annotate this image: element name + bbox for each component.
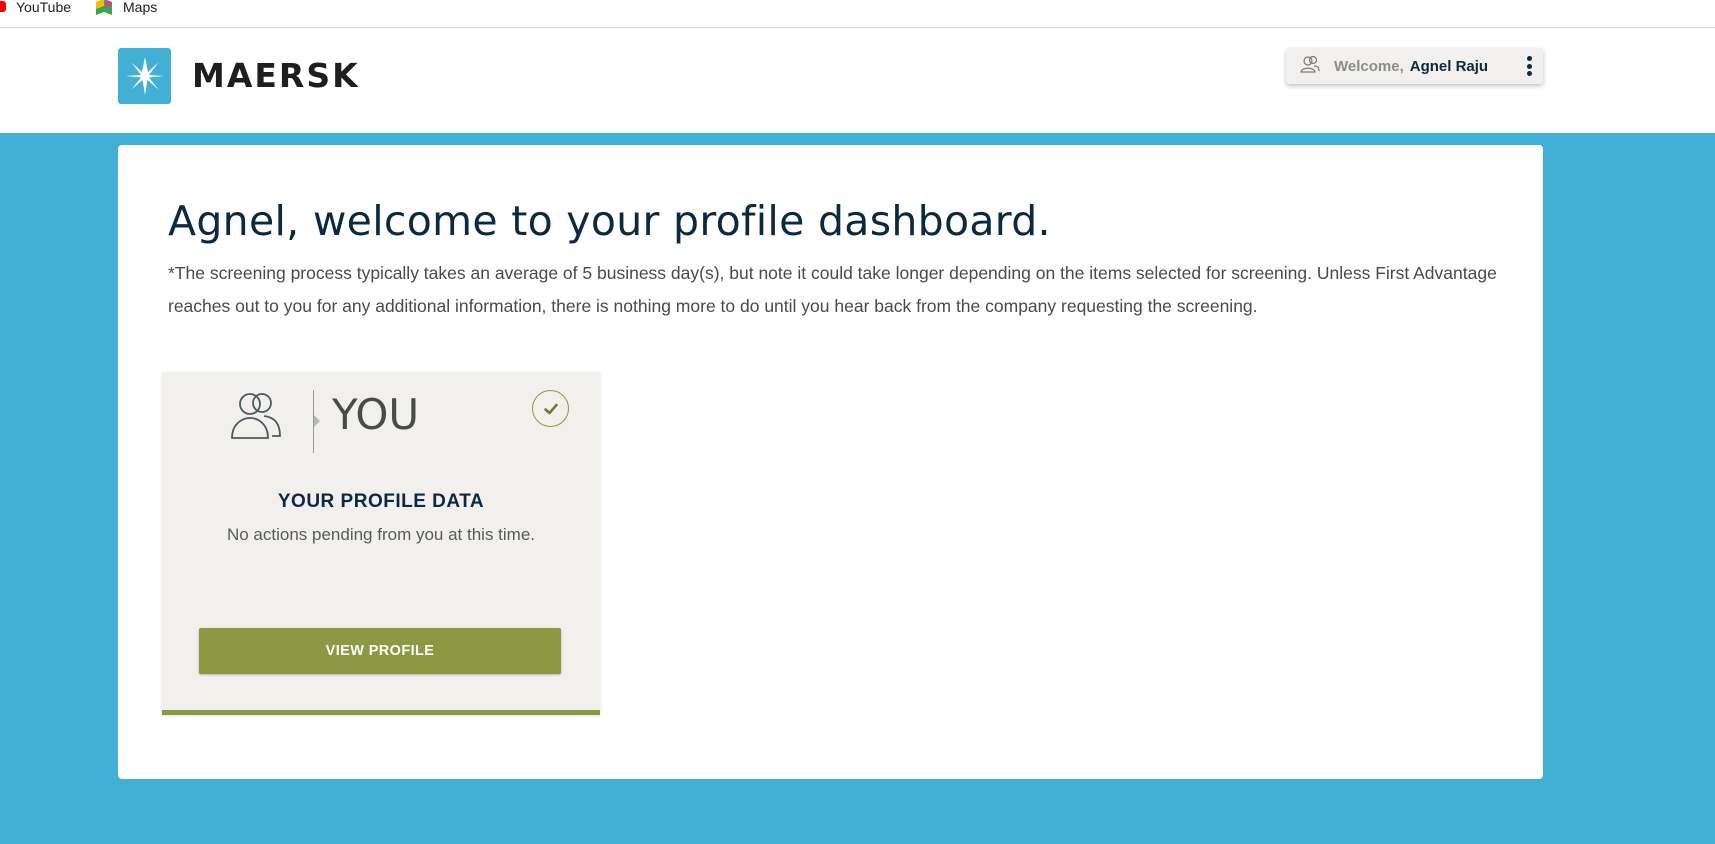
bookmark-youtube[interactable]: YouTube [0, 0, 71, 15]
welcome-label: Welcome, [1334, 57, 1404, 75]
bookmark-label: Maps [123, 0, 158, 15]
maps-icon [95, 0, 113, 16]
star-icon [125, 57, 164, 95]
screening-note: *The screening process typically takes a… [168, 263, 1497, 316]
page-title: Agnel, welcome to your profile dashboard… [168, 197, 1051, 245]
maersk-logo[interactable] [118, 48, 171, 104]
bookmarks-bar: YouTube Maps [0, 0, 1715, 28]
bookmark-label: YouTube [16, 0, 72, 15]
tile-label: YOU [332, 390, 420, 439]
brand-name: MAERSK [192, 56, 360, 95]
site-header: MAERSK Welcome, Agnel Raju [0, 28, 1715, 133]
youtube-icon [0, 1, 6, 12]
users-icon [228, 390, 284, 445]
dashboard-card: Agnel, welcome to your profile dashboard… [118, 145, 1543, 779]
check-circle-icon [532, 390, 569, 427]
tile-heading: YOUR PROFILE DATA [277, 491, 485, 512]
profile-tile: YOU YOUR PROFILE DATA No actions pending… [162, 372, 600, 715]
caret-right-icon [314, 415, 320, 427]
user-icon [1300, 55, 1320, 77]
tile-status: No actions pending from you at this time… [226, 525, 536, 544]
user-menu[interactable]: Welcome, Agnel Raju [1286, 48, 1543, 84]
kebab-menu-icon[interactable] [1525, 56, 1533, 76]
bookmark-maps[interactable]: Maps [95, 0, 157, 16]
user-name: Agnel Raju [1409, 57, 1489, 75]
view-profile-button[interactable]: VIEW PROFILE [199, 628, 561, 674]
